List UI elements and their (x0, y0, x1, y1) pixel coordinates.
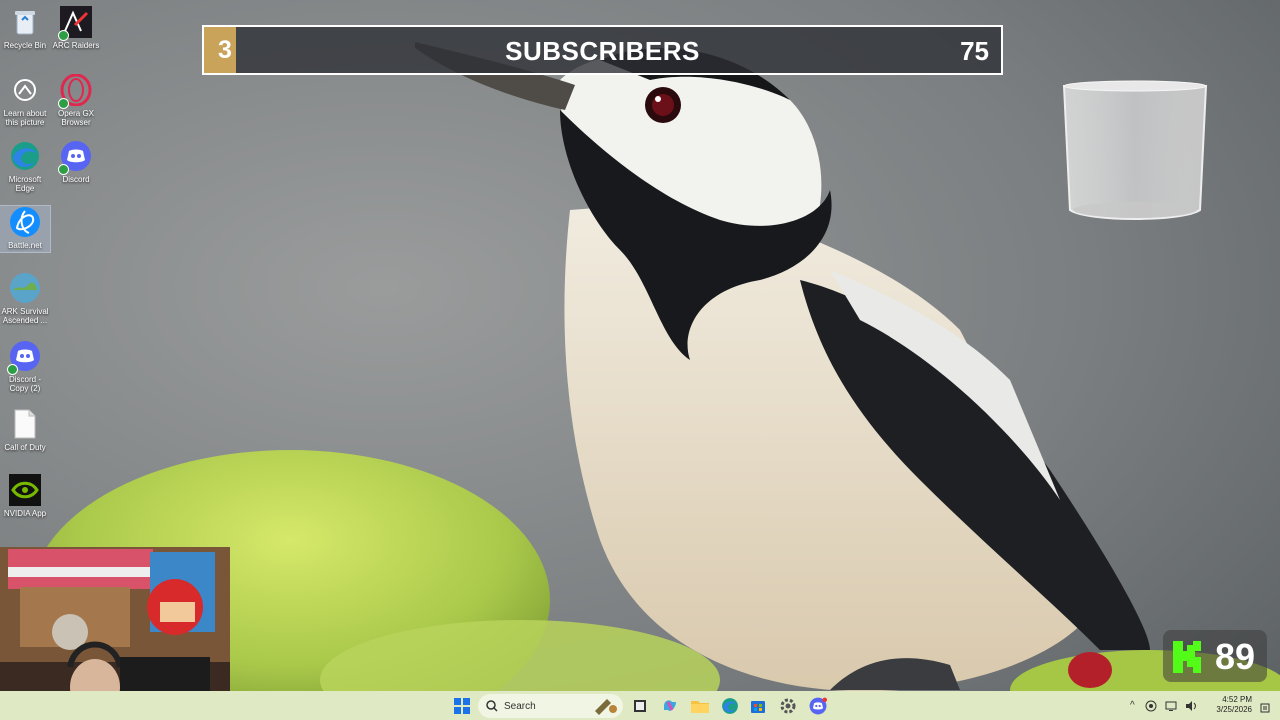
desktop-icon-learn-about-picture[interactable]: Learn about this picture (0, 74, 50, 127)
display-tray-icon[interactable] (1165, 700, 1177, 712)
desktop-icon-recycle-bin[interactable]: Recycle Bin (0, 6, 50, 50)
subscriber-label: SUBSCRIBERS (505, 36, 700, 66)
task-view-icon (634, 700, 646, 712)
recycle-bin-icon (9, 6, 41, 38)
desktop-icon-discord[interactable]: Discord (51, 140, 101, 184)
opera-gx-icon (58, 74, 92, 109)
nvidia-icon (9, 474, 41, 506)
desktop-icon-nvidia-app[interactable]: NVIDIA App (0, 474, 50, 518)
taskbar-search[interactable]: Search (478, 694, 623, 718)
taskbar: Search ^ 4:52 PM 3/25/2026 (0, 691, 1280, 720)
search-label: Search (504, 700, 536, 712)
settings-button[interactable] (776, 694, 800, 718)
discord-icon (809, 697, 827, 715)
file-explorer-icon (691, 701, 709, 713)
desktop-icon-microsoft-edge[interactable]: Microsoft Edge (0, 140, 50, 193)
start-icon (454, 698, 470, 714)
network-tray-icon[interactable] (1145, 700, 1157, 712)
notification-icon[interactable] (1260, 700, 1270, 718)
ark-icon (9, 272, 41, 304)
file-explorer-button[interactable] (688, 694, 712, 718)
task-view-button[interactable] (628, 694, 652, 718)
clock-time: 4:52 PM (1222, 695, 1252, 704)
copilot-icon (664, 700, 676, 711)
subscriber-goal-bar: 3 SUBSCRIBERS 75 (202, 25, 1003, 75)
copilot-button[interactable] (658, 694, 682, 718)
store-icon (751, 701, 765, 713)
battlenet-icon (9, 206, 41, 238)
edge-icon (9, 140, 41, 172)
settings-icon (780, 698, 796, 714)
desktop-icon-arc-raiders[interactable]: ARC Raiders (51, 6, 101, 50)
desktop-icon-call-of-duty[interactable]: Call of Duty (0, 408, 50, 452)
desktop-icon-opera-gx[interactable]: Opera GX Browser (51, 74, 101, 127)
kick-viewer-count: 89 (1163, 630, 1267, 682)
arc-raiders-icon (58, 6, 92, 41)
discord-taskbar-button[interactable] (806, 694, 830, 718)
volume-tray-icon[interactable] (1185, 700, 1197, 712)
edge-taskbar-button[interactable] (718, 694, 742, 718)
desktop-icon-ark[interactable]: ARK Survival Ascended ... (0, 272, 50, 325)
discord-icon (58, 140, 92, 175)
file-icon (9, 408, 41, 440)
learn-about-picture-icon (9, 74, 41, 106)
kick-logo-icon (1173, 641, 1201, 673)
glass-overlay (1062, 80, 1208, 220)
desktop-icon-battlenet[interactable]: Battle.net (0, 205, 51, 253)
taskbar-clock[interactable]: 4:52 PM 3/25/2026 (1216, 695, 1252, 715)
store-button[interactable] (746, 694, 770, 718)
pen-icon (595, 699, 617, 715)
discord-icon (7, 340, 41, 375)
desktop-icon-discord-copy[interactable]: Discord - Copy (2) (0, 340, 50, 393)
search-icon (486, 700, 498, 712)
subscriber-goal-target: 75 (960, 36, 989, 66)
edge-icon (722, 698, 738, 714)
system-tray: ^ (1130, 691, 1197, 720)
kick-count: 89 (1215, 636, 1256, 677)
clock-date: 3/25/2026 (1216, 705, 1252, 714)
tray-overflow-chevron-icon[interactable]: ^ (1130, 700, 1135, 711)
start-button[interactable] (450, 694, 474, 718)
